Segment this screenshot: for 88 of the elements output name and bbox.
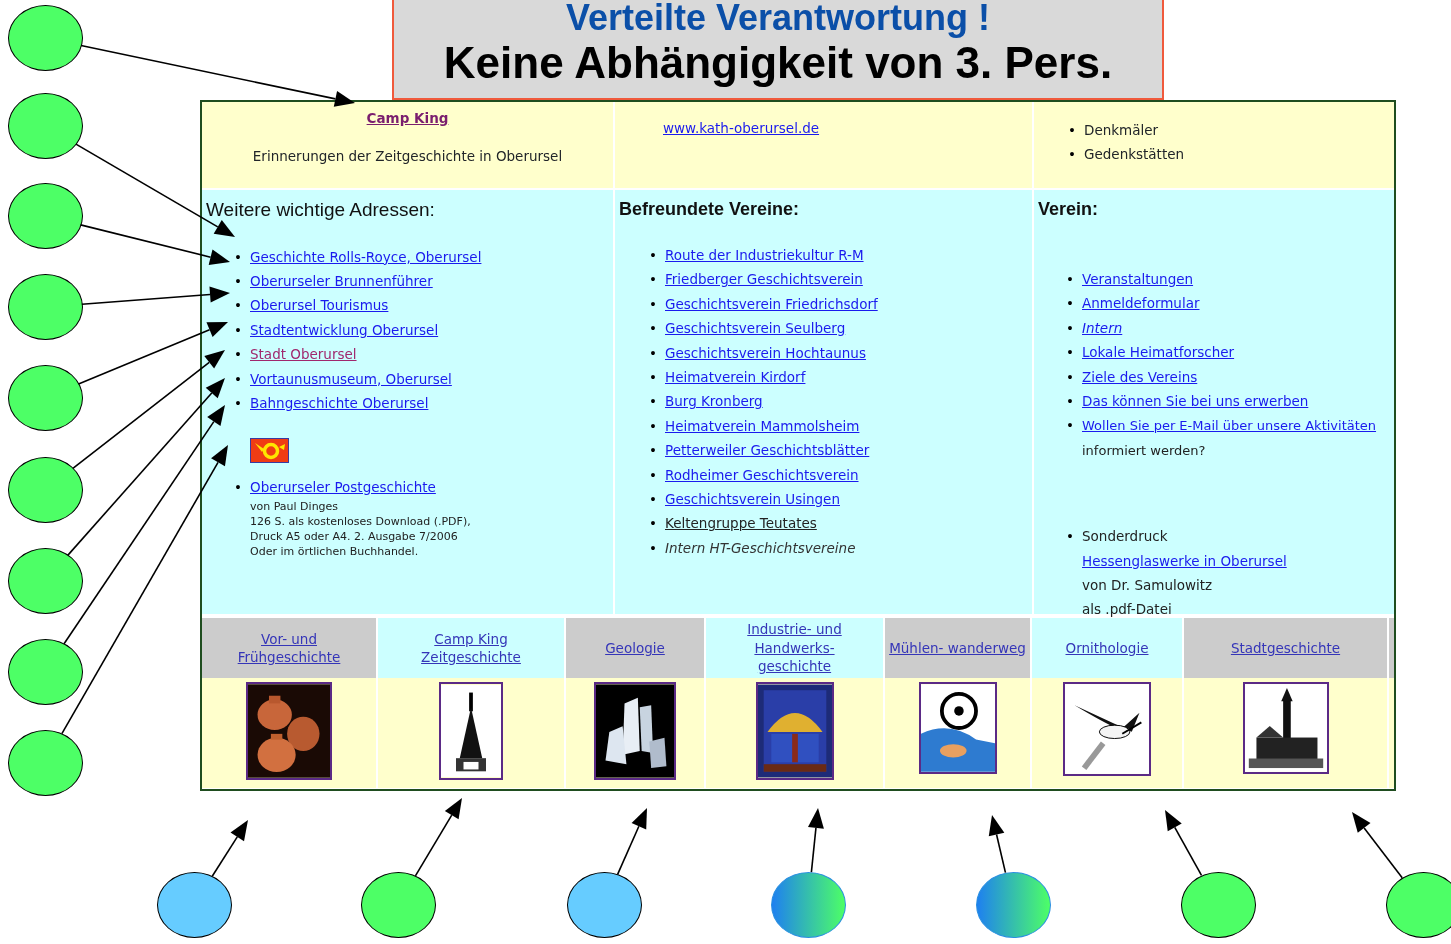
- link[interactable]: Hessenglaswerke in Oberursel: [1082, 552, 1287, 569]
- bullet: •: [649, 465, 658, 485]
- bullet: •: [234, 477, 243, 497]
- arrow: [1352, 812, 1403, 879]
- arrow: [616, 808, 647, 876]
- link[interactable]: Keltengruppe Teutates: [665, 511, 817, 536]
- link[interactable]: Rodheimer Geschichtsverein: [665, 462, 859, 488]
- note-text: als .pdf-Datei: [1082, 600, 1173, 620]
- bullet: •: [649, 490, 658, 510]
- post-horn-icon: [250, 437, 289, 463]
- link[interactable]: Wollen Sie per E-Mail über unsere Aktivitäten: [1082, 418, 1377, 434]
- bullet: •: [234, 247, 243, 267]
- bullet: •: [1066, 270, 1075, 289]
- link[interactable]: Heimatverein Kirdorf: [665, 365, 806, 390]
- topic-link[interactable]: Stadtgeschichte: [1230, 638, 1341, 658]
- link[interactable]: Intern: [1082, 315, 1123, 341]
- bullet: •: [1066, 318, 1075, 338]
- link[interactable]: Ziele des Vereins: [1082, 364, 1198, 390]
- bullet: •: [649, 294, 658, 314]
- sentence-text: Wollen Sie per E-Mail über unsere Aktivitäten informiert werden?: [1082, 418, 1377, 458]
- arrow: [211, 820, 248, 878]
- note-text: 126 S. als kostenloses Download (.PDF),: [250, 514, 471, 530]
- bullet: •: [234, 369, 243, 389]
- link[interactable]: Oberursel Tourismus: [250, 293, 389, 318]
- slide-subheading: Keine Abhängigkeit von 3. Pers.: [442, 38, 1114, 89]
- topic-link[interactable]: Ornithologie: [1065, 638, 1149, 658]
- bullet: •: [649, 368, 658, 388]
- bullet: •: [234, 320, 243, 340]
- link[interactable]: Geschichtsverein Usingen: [665, 487, 840, 512]
- link[interactable]: Stadt Oberursel: [250, 342, 357, 367]
- bullet: •: [1068, 121, 1077, 140]
- note-text: Druck A5 oder A4. 2. Ausgabe 7/2006: [250, 529, 459, 545]
- link[interactable]: Geschichtsverein Seulberg: [665, 316, 846, 341]
- section-heading: Befreundete Vereine:: [619, 198, 801, 221]
- bullet: •: [1066, 392, 1075, 412]
- bullet: •: [649, 416, 658, 436]
- list-text: Intern HT-Geschichtsvereine: [665, 538, 856, 558]
- bullet: •: [649, 392, 658, 412]
- note-text: von Paul Dinges: [250, 499, 340, 515]
- link[interactable]: Burg Kronberg: [665, 389, 763, 414]
- bullet: •: [234, 345, 243, 365]
- bullet: •: [649, 319, 658, 339]
- bullet: •: [649, 441, 658, 461]
- note-text: von Dr. Samulowitz: [1082, 576, 1214, 596]
- bullet: •: [234, 393, 243, 413]
- bullet: •: [1066, 416, 1075, 436]
- link[interactable]: Lokale Heimatforscher: [1082, 340, 1235, 365]
- section-heading: Weitere wichtige Adressen:: [206, 198, 436, 222]
- link[interactable]: Heimatverein Mammolsheim: [665, 413, 860, 439]
- link[interactable]: Anmeldeformular: [1082, 291, 1200, 316]
- bullet: •: [649, 538, 658, 558]
- arrow: [988, 815, 1007, 874]
- arrow: [808, 808, 824, 873]
- camp-king-link[interactable]: Camp King: [366, 110, 449, 126]
- bullet: •: [649, 270, 658, 290]
- bullet: •: [1066, 294, 1075, 314]
- link[interactable]: Oberurseler Postgeschichte: [250, 478, 436, 495]
- website-link[interactable]: www.kath-oberursel.de: [663, 120, 820, 136]
- bullet: •: [1068, 145, 1077, 165]
- list-text: Denkmäler: [1084, 121, 1159, 140]
- bullet: •: [649, 343, 658, 363]
- description-text: Erinnerungen der Zeitgeschichte in Oberursel: [251, 147, 564, 166]
- bullet: •: [234, 271, 243, 291]
- note-text: Oder im örtlichen Buchhandel.: [250, 544, 420, 560]
- link[interactable]: Bahngeschichte Oberursel: [250, 390, 429, 416]
- link[interactable]: Petterweiler Geschichtsblätter: [665, 438, 870, 463]
- link[interactable]: Geschichte Rolls-Royce, Oberursel: [250, 244, 482, 269]
- link[interactable]: Das können Sie bei uns erwerben: [1082, 389, 1309, 414]
- bullet: •: [1066, 527, 1075, 547]
- list-text: Sonderdruck: [1082, 527, 1169, 547]
- link[interactable]: Vortaunusmuseum, Oberursel: [250, 366, 452, 391]
- bullet: •: [1066, 367, 1075, 387]
- bullet: •: [1066, 343, 1075, 363]
- topic-link[interactable]: Geologie: [605, 638, 665, 658]
- bullet: •: [234, 296, 243, 316]
- link[interactable]: Geschichtsverein Hochtaunus: [665, 340, 866, 366]
- link[interactable]: Route der Industriekultur R-M: [665, 243, 864, 268]
- slide-heading: Verteilte Verantwortung !: [564, 0, 992, 36]
- list-text: Gedenkstätten: [1084, 145, 1185, 165]
- link[interactable]: Friedberger Geschichtsverein: [665, 267, 863, 292]
- link[interactable]: Oberurseler Brunnenführer: [250, 268, 433, 294]
- link[interactable]: Stadtentwicklung Oberursel: [250, 317, 439, 343]
- link[interactable]: Veranstaltungen: [1082, 267, 1194, 292]
- arrow: [1165, 810, 1203, 877]
- bullet: •: [649, 246, 658, 265]
- section-heading: Verein:: [1038, 198, 1100, 221]
- bullet: •: [649, 514, 658, 534]
- link[interactable]: Geschichtsverein Friedrichsdorf: [665, 291, 878, 317]
